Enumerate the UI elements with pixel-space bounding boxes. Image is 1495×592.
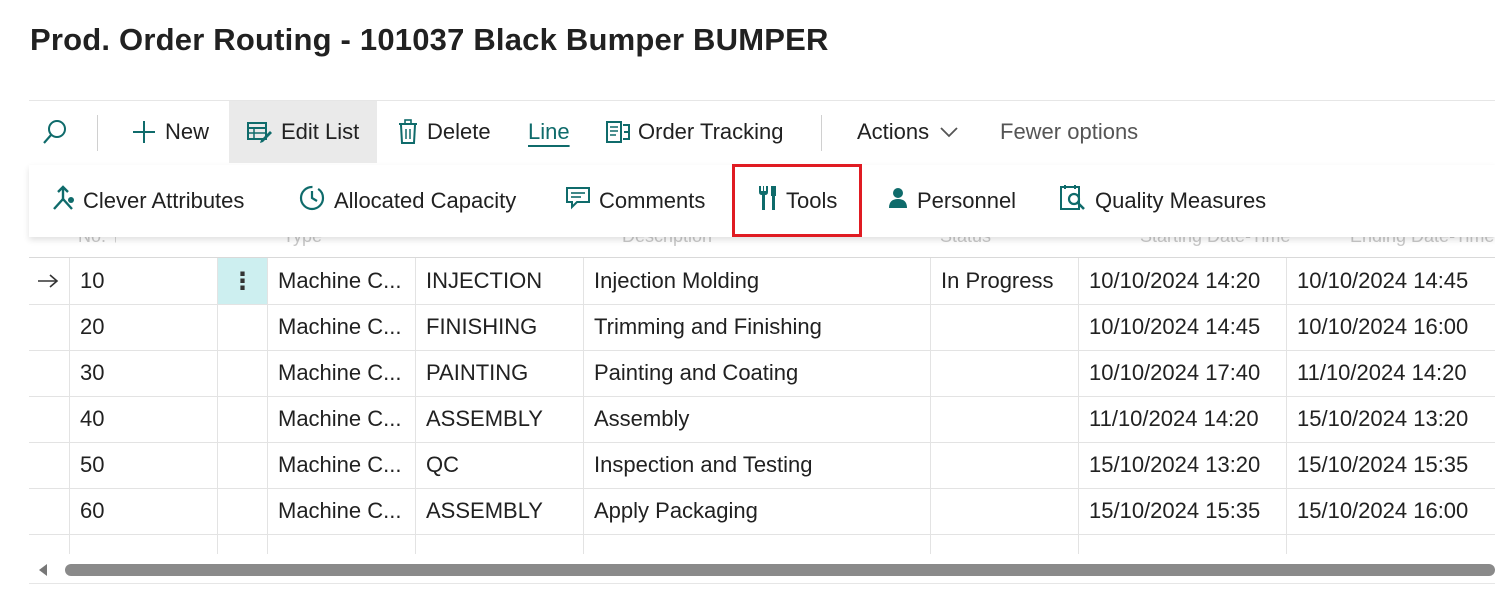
table-row[interactable]: 30 Machine C... PAINTING Painting and Co… bbox=[29, 350, 1495, 397]
action-bar: New Edit List Delete Line Order Tracking… bbox=[29, 100, 1495, 165]
cell-start[interactable]: 15/10/2024 15:35 bbox=[1079, 488, 1286, 534]
comment-icon bbox=[565, 185, 591, 217]
cell-description[interactable]: Injection Molding bbox=[584, 258, 930, 304]
cell-start[interactable]: 10/10/2024 14:20 bbox=[1079, 258, 1286, 304]
allocated-capacity-button[interactable]: Allocated Capacity bbox=[298, 165, 516, 237]
current-row-arrow-icon bbox=[29, 258, 69, 304]
cell-description[interactable]: Trimming and Finishing bbox=[584, 304, 930, 350]
cell-description[interactable]: Inspection and Testing bbox=[584, 442, 930, 488]
table-row[interactable]: 50 Machine C... QC Inspection and Testin… bbox=[29, 442, 1495, 489]
cell-description[interactable]: Painting and Coating bbox=[584, 350, 930, 396]
row-actions-menu-icon[interactable]: ⋮ bbox=[218, 258, 267, 304]
cell-type[interactable]: Machine C... bbox=[268, 442, 415, 488]
order-tracking-icon bbox=[606, 119, 630, 145]
clever-attributes-label: Clever Attributes bbox=[83, 188, 245, 213]
attributes-icon bbox=[51, 185, 75, 217]
table-row[interactable]: 60 Machine C... ASSEMBLY Apply Packaging… bbox=[29, 488, 1495, 535]
personnel-button[interactable]: Personnel bbox=[887, 165, 1016, 237]
delete-button[interactable]: Delete bbox=[397, 101, 491, 163]
comments-label: Comments bbox=[599, 188, 706, 213]
table-row[interactable]: 20 Machine C... FINISHING Trimming and F… bbox=[29, 304, 1495, 351]
toolbar-divider bbox=[821, 115, 822, 151]
cell-end[interactable]: 10/10/2024 16:00 bbox=[1287, 304, 1495, 350]
actions-label: Actions bbox=[857, 119, 930, 144]
cell-type[interactable]: Machine C... bbox=[268, 304, 415, 350]
cell-type[interactable]: Machine C... bbox=[268, 350, 415, 396]
horizontal-scrollbar[interactable] bbox=[29, 560, 1495, 580]
edit-list-button[interactable]: Edit List bbox=[229, 101, 377, 163]
divider bbox=[29, 583, 1495, 584]
search-button[interactable] bbox=[41, 101, 69, 163]
page-title: Prod. Order Routing - 101037 Black Bumpe… bbox=[30, 22, 829, 57]
cell-machine[interactable]: FINISHING bbox=[416, 304, 583, 350]
cell-status[interactable] bbox=[931, 304, 1078, 350]
cell-status[interactable] bbox=[931, 442, 1078, 488]
plus-icon bbox=[131, 119, 157, 145]
table-row[interactable]: 10 ⋮ Machine C... INJECTION Injection Mo… bbox=[29, 258, 1495, 305]
cell-end[interactable]: 15/10/2024 16:00 bbox=[1287, 488, 1495, 534]
personnel-label: Personnel bbox=[917, 188, 1017, 213]
cell-type[interactable]: Machine C... bbox=[268, 396, 415, 442]
cell-description[interactable]: Apply Packaging bbox=[584, 488, 930, 534]
cell-status[interactable] bbox=[931, 350, 1078, 396]
cell-no[interactable]: 50 bbox=[70, 442, 217, 488]
cell-status[interactable]: In Progress bbox=[931, 258, 1078, 304]
order-tracking-button[interactable]: Order Tracking bbox=[606, 101, 784, 163]
clever-attributes-button[interactable]: Clever Attributes bbox=[51, 165, 244, 237]
cell-description[interactable]: Assembly bbox=[584, 396, 930, 442]
cell-status[interactable] bbox=[931, 396, 1078, 442]
cell-start[interactable]: 10/10/2024 17:40 bbox=[1079, 350, 1286, 396]
edit-list-label: Edit List bbox=[281, 119, 360, 144]
routing-lines-grid: 10 ⋮ Machine C... INJECTION Injection Mo… bbox=[29, 257, 1495, 554]
chevron-down-icon bbox=[939, 126, 959, 138]
cell-type[interactable]: Machine C... bbox=[268, 258, 415, 304]
cell-end[interactable]: 11/10/2024 14:20 bbox=[1287, 350, 1495, 396]
cell-no[interactable]: 10 bbox=[70, 258, 217, 304]
fewer-options-button[interactable]: Fewer options bbox=[1000, 101, 1138, 163]
allocated-capacity-label: Allocated Capacity bbox=[334, 188, 517, 213]
cell-type[interactable]: Machine C... bbox=[268, 488, 415, 534]
scroll-left-arrow-icon[interactable] bbox=[39, 564, 47, 576]
scrollbar-thumb[interactable] bbox=[65, 564, 1495, 576]
new-button[interactable]: New bbox=[131, 101, 209, 163]
cell-end[interactable]: 15/10/2024 13:20 bbox=[1287, 396, 1495, 442]
cell-machine[interactable]: ASSEMBLY bbox=[416, 488, 583, 534]
cell-no[interactable]: 40 bbox=[70, 396, 217, 442]
cell-no[interactable]: 20 bbox=[70, 304, 217, 350]
cell-machine[interactable]: PAINTING bbox=[416, 350, 583, 396]
cell-end[interactable]: 10/10/2024 14:45 bbox=[1287, 258, 1495, 304]
quality-measures-button[interactable]: Quality Measures bbox=[1059, 165, 1266, 237]
cell-end[interactable]: 15/10/2024 15:35 bbox=[1287, 442, 1495, 488]
cell-no[interactable]: 30 bbox=[70, 350, 217, 396]
person-icon bbox=[887, 186, 909, 216]
order-tracking-label: Order Tracking bbox=[638, 119, 784, 144]
cell-start[interactable]: 10/10/2024 14:45 bbox=[1079, 304, 1286, 350]
actions-menu-button[interactable]: Actions bbox=[857, 101, 959, 163]
quality-measures-label: Quality Measures bbox=[1095, 188, 1267, 213]
trash-icon bbox=[397, 119, 419, 145]
cell-start[interactable]: 11/10/2024 14:20 bbox=[1079, 396, 1286, 442]
cell-no[interactable]: 60 bbox=[70, 488, 217, 534]
comments-button[interactable]: Comments bbox=[565, 165, 705, 237]
quality-icon bbox=[1059, 184, 1087, 218]
capacity-clock-icon bbox=[298, 184, 326, 218]
tools-highlight-box bbox=[732, 164, 862, 237]
tab-line[interactable]: Line bbox=[528, 101, 570, 163]
table-row[interactable]: 40 Machine C... ASSEMBLY Assembly 11/10/… bbox=[29, 396, 1495, 443]
cell-machine[interactable]: ASSEMBLY bbox=[416, 396, 583, 442]
search-icon bbox=[41, 118, 69, 146]
cell-start[interactable]: 15/10/2024 13:20 bbox=[1079, 442, 1286, 488]
cell-machine[interactable]: INJECTION bbox=[416, 258, 583, 304]
edit-list-icon bbox=[247, 120, 273, 144]
cell-machine[interactable]: QC bbox=[416, 442, 583, 488]
cell-status[interactable] bbox=[931, 488, 1078, 534]
delete-label: Delete bbox=[427, 119, 491, 144]
new-label: New bbox=[165, 119, 210, 144]
toolbar-divider bbox=[97, 115, 98, 151]
